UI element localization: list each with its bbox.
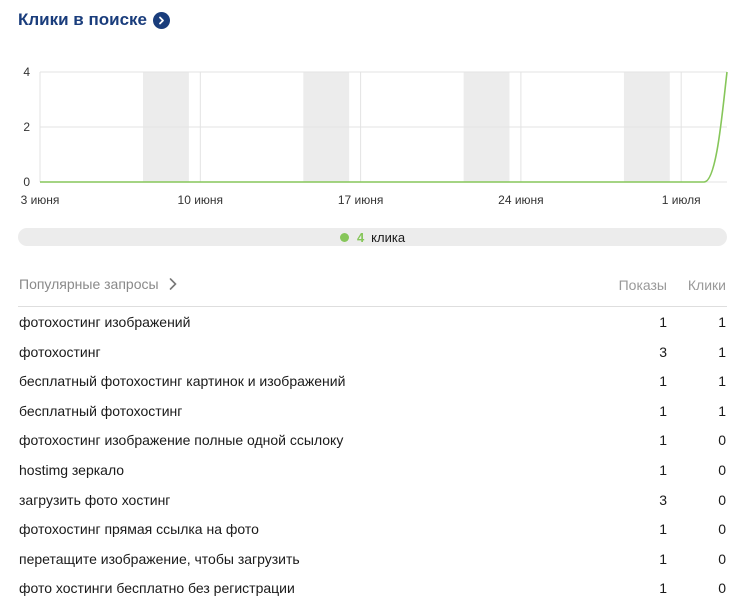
shows-value: 1 [659,432,667,449]
legend-dot-icon [339,232,349,242]
table-row[interactable]: фотохостинг изображений 1 1 [18,307,727,337]
query-text: перетащите изображение, чтобы загрузить [19,550,300,567]
shows-value: 1 [659,550,667,567]
table-row[interactable]: бесплатный фотохостинг картинок и изобра… [18,366,727,396]
popular-queries-label: Популярные запросы [19,276,159,292]
shows-value: 1 [659,314,667,330]
clicks-value: 0 [718,432,726,449]
shows-value: 1 [659,521,667,538]
table-row[interactable]: фотохостинг изображение полные одной ссы… [18,425,727,455]
clicks-value: 1 [718,343,726,360]
x-tick-label: 1 июля [662,193,701,207]
shows-column-header[interactable]: Показы [619,277,667,293]
table-row[interactable]: фотохостинг прямая ссылка на фото 1 0 [18,514,727,544]
query-text: hostimg зеркало [19,461,125,478]
clicks-value: 0 [718,550,726,567]
y-tick-label: 0 [23,175,30,189]
clicks-value: 1 [718,314,726,330]
queries-table-header: Популярные запросы Показы Клики [18,272,727,307]
clicks-chart-svg: 0 2 4 3 июня 10 июня 17 июня 24 июня 1 июля [21,65,728,207]
table-row[interactable]: фотохостинг 3 1 [18,337,727,367]
shows-value: 3 [659,343,667,360]
query-text: загрузить фото хостинг [19,491,171,508]
query-text: фотохостинг изображение полные одной ссы… [19,432,344,449]
table-row[interactable]: загрузить фото хостинг 3 0 [18,485,727,515]
x-tick-label: 17 июня [338,193,384,207]
y-tick-label: 2 [23,120,30,134]
table-row[interactable]: бесплатный фотохостинг 1 1 [18,396,727,426]
shows-value: 1 [659,402,667,419]
table-row[interactable]: фото хостинги бесплатно без регистрации … [18,573,727,603]
x-tick-label: 3 июня [21,193,60,207]
shows-value: 3 [659,491,667,508]
clicks-value: 0 [718,521,726,538]
y-tick-label: 4 [23,65,30,79]
x-tick-label: 10 июня [178,193,224,207]
x-tick-label: 24 июня [498,193,544,207]
chevron-right-icon [169,278,177,290]
shows-value: 1 [659,461,667,478]
queries-table-body: фотохостинг изображений 1 1 фотохостинг … [18,307,727,603]
clicks-value: 1 [718,402,726,419]
section-header: Клики в поиске [18,8,171,32]
popular-queries-link[interactable]: Популярные запросы [19,276,177,292]
clicks-column-header[interactable]: Клики [688,277,726,293]
shows-value: 1 [659,373,667,390]
query-text: фото хостинги бесплатно без регистрации [19,580,295,597]
query-text: фотохостинг [19,343,101,360]
table-row[interactable]: перетащите изображение, чтобы загрузить … [18,544,727,574]
table-row[interactable]: hostimg зеркало 1 0 [18,455,727,485]
query-text: фотохостинг изображений [19,314,191,330]
shows-value: 1 [659,580,667,597]
query-text: фотохостинг прямая ссылка на фото [19,521,259,538]
clicks-value: 0 [718,461,726,478]
section-title[interactable]: Клики в поиске [18,10,147,30]
clicks-value: 0 [718,580,726,597]
clicks-chart: 0 2 4 3 июня 10 июня 17 июня 24 июня 1 июля [0,55,751,215]
query-text: бесплатный фотохостинг картинок и изобра… [19,373,346,390]
query-text: бесплатный фотохостинг [19,402,183,419]
clicks-value: 0 [718,491,726,508]
arrow-right-circle-icon[interactable] [153,11,171,29]
chart-legend[interactable]: 4 клика [18,228,727,246]
legend-label: клика [371,229,406,245]
clicks-value: 1 [718,373,726,390]
legend-value: 4 [356,229,365,245]
